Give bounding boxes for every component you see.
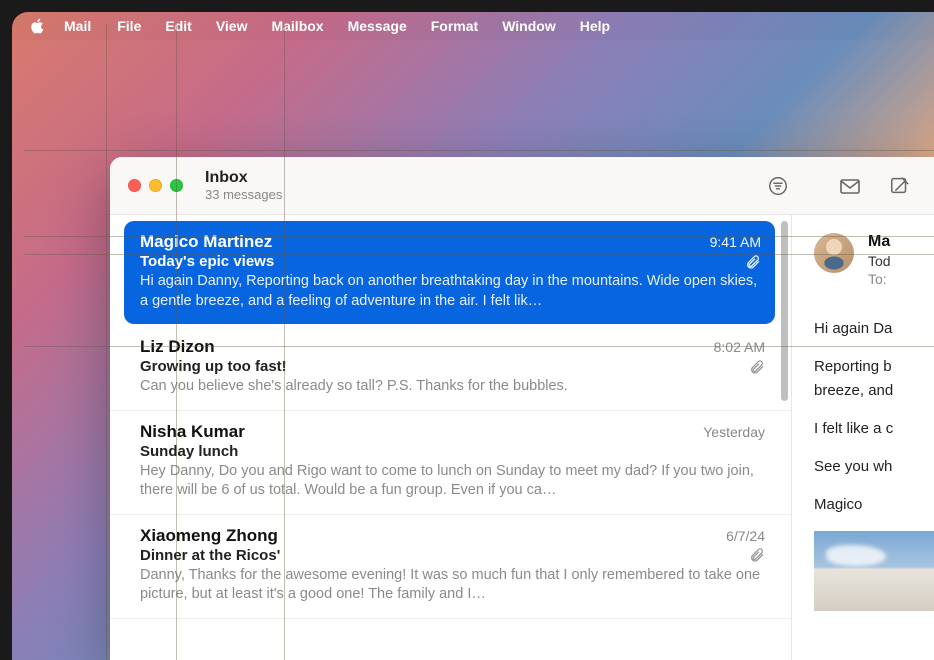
menu-bar: Mail File Edit View Mailbox Message Form… <box>12 12 934 40</box>
menu-help[interactable]: Help <box>568 18 622 34</box>
attachment-icon <box>749 547 765 563</box>
avatar[interactable] <box>814 233 854 273</box>
message-row[interactable]: Xiaomeng Zhong6/7/24 Dinner at the Ricos'… <box>110 515 791 619</box>
preview-attachment-image[interactable] <box>814 531 934 611</box>
compose-button[interactable] <box>884 172 916 200</box>
scrollbar-thumb[interactable] <box>781 221 788 401</box>
attachment-icon <box>745 254 761 270</box>
close-button[interactable] <box>128 179 141 192</box>
subject: Today's epic views <box>140 253 741 270</box>
message-preview: Ma Tod To: Hi again Da Reporting b breez… <box>792 215 934 660</box>
toolbar: Inbox 33 messages <box>110 157 934 215</box>
menu-message[interactable]: Message <box>336 18 419 34</box>
preview-text: Danny, Thanks for the awesome evening! I… <box>140 566 765 605</box>
message-row[interactable]: Magico Martinez9:41 AM Today's epic views… <box>124 221 775 324</box>
apple-menu-icon[interactable] <box>30 18 46 34</box>
subject: Dinner at the Ricos' <box>140 547 745 564</box>
message-count: 33 messages <box>205 188 282 202</box>
sender: Liz Dizon <box>140 337 714 357</box>
preview-text: Hey Danny, Do you and Rigo want to come … <box>140 462 765 501</box>
minimize-button[interactable] <box>149 179 162 192</box>
menu-mailbox[interactable]: Mailbox <box>259 18 335 34</box>
mail-window: Inbox 33 messages Magico Martinez9:41 AM… <box>110 157 934 660</box>
preview-subject: Tod <box>868 253 891 269</box>
zoom-button[interactable] <box>170 179 183 192</box>
preview-from: Ma <box>868 233 891 251</box>
attachment-icon <box>749 359 765 375</box>
menu-edit[interactable]: Edit <box>153 18 203 34</box>
sender: Magico Martinez <box>140 232 710 252</box>
time: 9:41 AM <box>710 234 761 250</box>
mailbox-title: Inbox <box>205 169 282 187</box>
menu-format[interactable]: Format <box>419 18 490 34</box>
time: Yesterday <box>703 424 765 440</box>
subject: Sunday lunch <box>140 443 765 460</box>
sender: Xiaomeng Zhong <box>140 526 726 546</box>
scrollbar[interactable] <box>781 221 788 654</box>
menu-app[interactable]: Mail <box>64 18 105 34</box>
window-controls <box>128 179 183 192</box>
preview-text: Can you believe she's already so tall? P… <box>140 377 765 397</box>
time: 6/7/24 <box>726 528 765 544</box>
mail-icon[interactable] <box>834 172 866 200</box>
filter-button[interactable] <box>762 172 794 200</box>
menu-view[interactable]: View <box>204 18 260 34</box>
message-row[interactable]: Liz Dizon8:02 AM Growing up too fast! Can … <box>110 326 791 411</box>
menu-window[interactable]: Window <box>490 18 568 34</box>
preview-body: Hi again Da Reporting b breeze, and I fe… <box>814 317 934 517</box>
message-list: Magico Martinez9:41 AM Today's epic views… <box>110 215 792 660</box>
time: 8:02 AM <box>714 339 765 355</box>
subject: Growing up too fast! <box>140 358 745 375</box>
sender: Nisha Kumar <box>140 422 703 442</box>
menu-file[interactable]: File <box>105 18 153 34</box>
preview-text: Hi again Danny, Reporting back on anothe… <box>140 272 761 311</box>
message-row[interactable]: Nisha KumarYesterday Sunday lunch Hey Dann… <box>110 411 791 515</box>
preview-to: To: <box>868 271 891 287</box>
